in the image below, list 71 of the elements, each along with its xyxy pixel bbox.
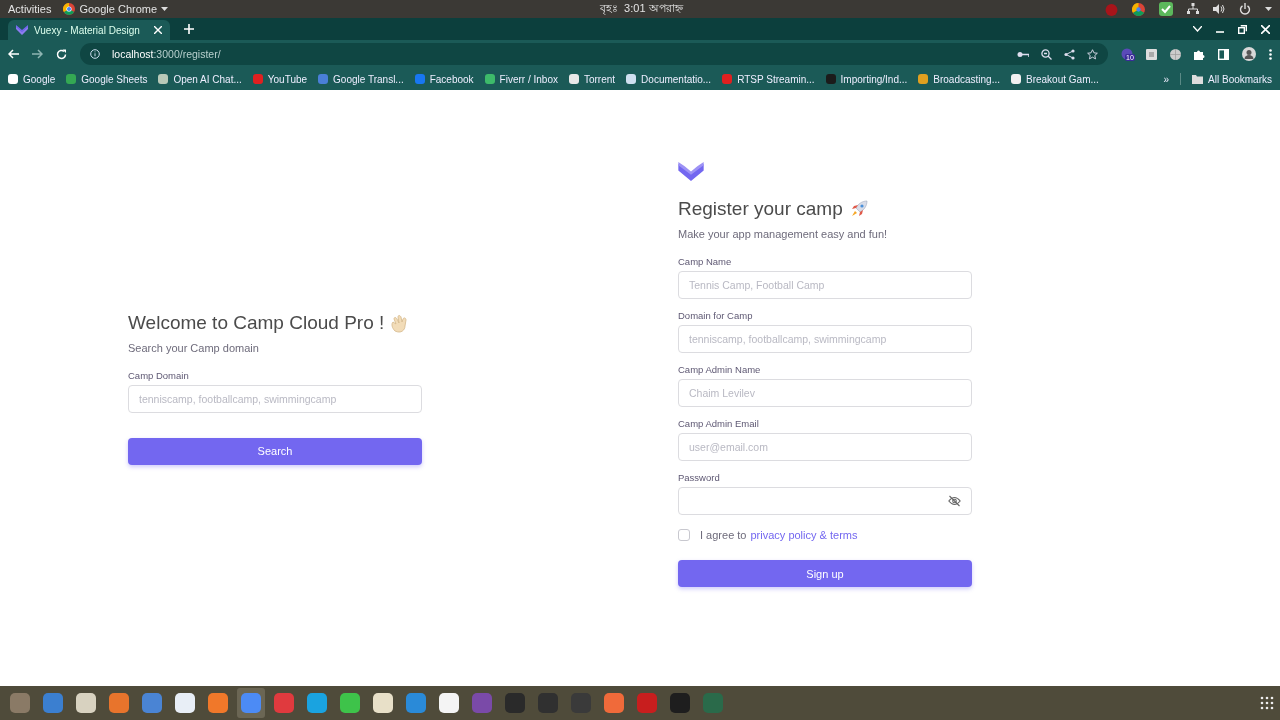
- bookmark[interactable]: Google: [8, 73, 56, 85]
- bookmark[interactable]: Broadcasting...: [918, 73, 1000, 85]
- field-label: Domain for Camp: [678, 310, 754, 321]
- bookmark[interactable]: Breakout Gam...: [1011, 73, 1099, 85]
- caret-icon[interactable]: [1265, 7, 1272, 11]
- search-button[interactable]: Search: [128, 437, 422, 465]
- star-icon[interactable]: [1087, 48, 1098, 60]
- caret-icon: [161, 7, 169, 11]
- bookmark[interactable]: Fiverr / Inbox: [484, 73, 558, 85]
- forward-icon[interactable]: [32, 49, 43, 59]
- password-field[interactable]: [678, 487, 972, 515]
- subtitle: Make your app management easy and fun!: [678, 228, 889, 240]
- network-icon[interactable]: [1187, 3, 1199, 15]
- new-tab-icon[interactable]: [184, 24, 194, 34]
- caret-icon[interactable]: [1193, 26, 1202, 32]
- power-icon[interactable]: [1239, 3, 1251, 15]
- bookmark[interactable]: Facebook: [414, 73, 474, 85]
- bookmark[interactable]: YouTube: [252, 73, 308, 85]
- bookmark[interactable]: RTSP Streamin...: [722, 73, 815, 85]
- back-icon[interactable]: [8, 49, 19, 59]
- bookmark[interactable]: Google Transl...: [318, 73, 404, 85]
- bookmark[interactable]: Documentatio...: [626, 73, 712, 85]
- zoom-icon[interactable]: [1041, 48, 1052, 60]
- more-icon[interactable]: [1269, 48, 1272, 60]
- clock[interactable]: বৃহঃ 3:01 অপরাহ্ন: [600, 0, 683, 19]
- globe-icon[interactable]: [1170, 48, 1181, 60]
- avatar-icon[interactable]: [1242, 47, 1256, 61]
- close-icon[interactable]: [1261, 24, 1270, 34]
- folder-icon: [1192, 74, 1204, 84]
- all-bookmarks-button[interactable]: All Bookmarks: [1192, 73, 1272, 85]
- close-icon[interactable]: [154, 26, 162, 34]
- logo-icon: [678, 162, 704, 181]
- puzzle-icon[interactable]: [1194, 48, 1205, 60]
- reload-icon[interactable]: [56, 48, 67, 60]
- bookmarks-overflow-button[interactable]: »: [1163, 73, 1170, 85]
- agree-text: I agree to: [700, 529, 747, 541]
- activities-button[interactable]: Activities: [8, 3, 52, 15]
- checkbox[interactable]: [678, 529, 690, 541]
- info-icon: [90, 49, 100, 59]
- bookmark[interactable]: Open AI Chat...: [158, 73, 242, 85]
- bookmark[interactable]: Importing/Ind...: [825, 73, 908, 85]
- eye-off-icon[interactable]: [948, 495, 961, 507]
- field-label: Camp Name: [678, 256, 733, 267]
- app-grid-icon[interactable]: [1260, 696, 1274, 710]
- field-label: Camp Admin Name: [678, 364, 762, 375]
- field-label: Camp Domain: [128, 369, 190, 381]
- side-panel-icon[interactable]: [1218, 48, 1229, 60]
- register-heading: Register your camp: [678, 198, 843, 220]
- bookmark[interactable]: Google Sheets: [66, 73, 148, 85]
- input-field[interactable]: tenniscamp, footballcamp, swimmingcamp: [678, 325, 972, 353]
- bookmark[interactable]: Torrent: [568, 73, 616, 85]
- check-icon[interactable]: [1159, 2, 1173, 16]
- volume-icon[interactable]: [1213, 3, 1225, 15]
- app-menu[interactable]: Google Chrome: [63, 3, 169, 15]
- privacy-link[interactable]: privacy policy & terms: [750, 529, 858, 541]
- domain-field[interactable]: tenniscamp, footballcamp, swimmingcamp: [128, 384, 422, 413]
- address-bar[interactable]: localhost:3000/register/: [80, 43, 1108, 65]
- logo-icon: [16, 25, 28, 35]
- share-icon[interactable]: [1064, 48, 1075, 60]
- input-field[interactable]: user@email.com: [678, 433, 972, 461]
- restore-icon[interactable]: [1238, 24, 1247, 34]
- welcome-heading: Welcome to Camp Cloud Pro !: [128, 311, 385, 334]
- image-icon[interactable]: [1146, 48, 1157, 60]
- input-field[interactable]: Tennis Camp, Football Camp: [678, 271, 972, 299]
- field-label: Camp Admin Email: [678, 418, 760, 429]
- input-field[interactable]: Chaim Levilev: [678, 379, 972, 407]
- subtitle: Search your Camp domain: [128, 341, 260, 354]
- browser-tab[interactable]: Vuexy - Material Design: [8, 20, 170, 40]
- sign-up-button[interactable]: Sign up: [678, 560, 972, 587]
- key-icon[interactable]: [1017, 50, 1029, 58]
- field-label: Password: [678, 472, 721, 483]
